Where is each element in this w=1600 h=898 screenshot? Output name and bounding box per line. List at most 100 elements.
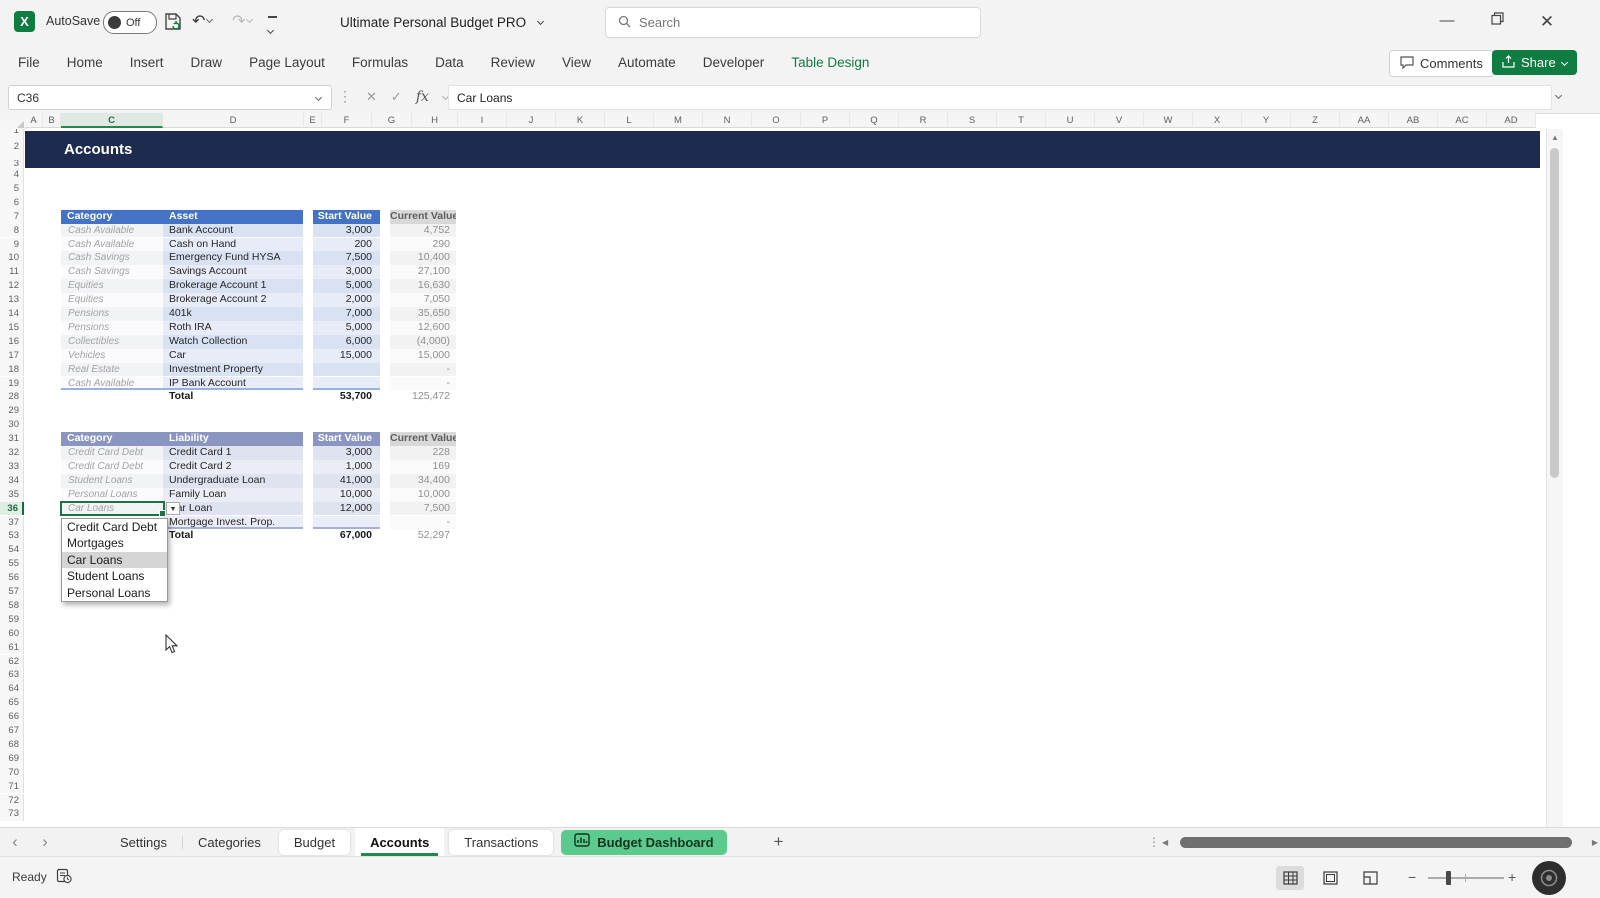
column-header-F[interactable]: F: [322, 113, 372, 128]
cell[interactable]: 401k: [163, 307, 303, 321]
workbook-title[interactable]: Ultimate Personal Budget PRO: [340, 14, 543, 32]
row-header-33[interactable]: 33: [0, 460, 24, 474]
column-header-O[interactable]: O: [752, 113, 801, 128]
column-header-H[interactable]: H: [412, 113, 458, 128]
restore-button[interactable]: [1477, 12, 1517, 29]
ribbon-tab-draw[interactable]: Draw: [191, 55, 223, 70]
zoom-slider-track[interactable]: [1428, 877, 1504, 879]
cell[interactable]: 6,000: [313, 335, 380, 349]
column-header-I[interactable]: I: [458, 113, 507, 128]
cancel-entry-button[interactable]: ✕: [366, 89, 377, 105]
cell[interactable]: 12,600: [390, 321, 456, 335]
cell[interactable]: [313, 516, 380, 530]
row-header-14[interactable]: 14: [0, 307, 24, 321]
row-header-7[interactable]: 7: [0, 210, 24, 224]
minimize-button[interactable]: —: [1427, 12, 1467, 29]
column-header-D[interactable]: D: [163, 113, 304, 128]
column-header-AD[interactable]: AD: [1487, 113, 1536, 128]
cell[interactable]: Equities: [61, 279, 163, 293]
cell[interactable]: Personal Loans: [61, 488, 163, 502]
comments-button[interactable]: Comments: [1389, 50, 1494, 77]
cell[interactable]: Undergraduate Loan: [163, 474, 303, 488]
column-header-M[interactable]: M: [654, 113, 703, 128]
row-header-66[interactable]: 66: [0, 710, 24, 724]
dropdown-item[interactable]: Personal Loans: [62, 585, 167, 602]
cell[interactable]: 10,000: [313, 488, 380, 502]
page-layout-view-button[interactable]: [1316, 866, 1344, 890]
cell[interactable]: 10,400: [390, 251, 456, 265]
ribbon-tab-data[interactable]: Data: [435, 55, 464, 70]
row-header-57[interactable]: 57: [0, 585, 24, 599]
row-header-30[interactable]: 30: [0, 418, 24, 432]
cell[interactable]: Savings Account: [163, 265, 303, 279]
cell[interactable]: 7,500: [313, 251, 380, 265]
row-header-68[interactable]: 68: [0, 738, 24, 752]
row-header-71[interactable]: 71: [0, 780, 24, 794]
cell[interactable]: Credit Card Debt: [61, 460, 163, 474]
column-header-J[interactable]: J: [507, 113, 556, 128]
cell[interactable]: Car: [163, 349, 303, 363]
row-header-10[interactable]: 10: [0, 251, 24, 265]
row-header-60[interactable]: 60: [0, 627, 24, 641]
column-header-G[interactable]: G: [372, 113, 412, 128]
tab-options-dots-icon[interactable]: ⋮: [1148, 828, 1160, 857]
worksheet-grid[interactable]: 1234567891011121314151617181928293031323…: [0, 129, 1546, 827]
row-header-54[interactable]: 54: [0, 543, 24, 557]
scroll-up-icon[interactable]: ▲: [1551, 133, 1559, 142]
column-header-V[interactable]: V: [1095, 113, 1144, 128]
dropdown-item[interactable]: Car Loans: [62, 552, 167, 569]
cell[interactable]: Cash Savings: [61, 251, 163, 265]
table-row[interactable]: Real EstateInvestment Property-: [61, 363, 456, 377]
cell[interactable]: 41,000: [313, 474, 380, 488]
sheet-tab-transactions[interactable]: Transactions: [449, 830, 553, 855]
quick-access-toolbar-button[interactable]: [268, 16, 277, 38]
cell[interactable]: 7,000: [313, 307, 380, 321]
row-header-11[interactable]: 11: [0, 265, 24, 279]
column-header-Z[interactable]: Z: [1291, 113, 1340, 128]
row-header-59[interactable]: 59: [0, 613, 24, 627]
row-header-13[interactable]: 13: [0, 293, 24, 307]
cell[interactable]: 2,000: [313, 293, 380, 307]
table-row[interactable]: Pensions401k7,00035,650: [61, 307, 456, 321]
row-header-36[interactable]: 36: [0, 502, 24, 516]
row-header-2[interactable]: 2: [0, 133, 24, 160]
row-header-6[interactable]: 6: [0, 196, 24, 210]
cell[interactable]: 16,630: [390, 279, 456, 293]
cell[interactable]: Bank Account: [163, 224, 303, 238]
cell[interactable]: Car Loan: [163, 502, 303, 516]
table-row[interactable]: Cash AvailableIP Bank Account-: [61, 377, 456, 391]
undo-button[interactable]: ↶: [192, 11, 212, 31]
row-header-72[interactable]: 72: [0, 794, 24, 808]
share-button[interactable]: Share: [1492, 50, 1577, 75]
row-header-28[interactable]: 28: [0, 390, 24, 404]
cell[interactable]: 4,752: [390, 224, 456, 238]
redo-button[interactable]: ↷: [232, 11, 252, 31]
fill-handle[interactable]: [159, 510, 166, 517]
row-header-55[interactable]: 55: [0, 557, 24, 571]
cell[interactable]: Brokerage Account 1: [163, 279, 303, 293]
row-header-53[interactable]: 53: [0, 529, 24, 543]
cell[interactable]: 7,050: [390, 293, 456, 307]
cell[interactable]: 5,000: [313, 321, 380, 335]
horizontal-scroll-thumb[interactable]: [1180, 837, 1572, 848]
ribbon-tab-page-layout[interactable]: Page Layout: [249, 55, 325, 70]
column-header-T[interactable]: T: [997, 113, 1046, 128]
ribbon-tab-insert[interactable]: Insert: [130, 55, 164, 70]
row-header-56[interactable]: 56: [0, 571, 24, 585]
ribbon-tab-table-design[interactable]: Table Design: [791, 55, 869, 70]
cell[interactable]: 290: [390, 238, 456, 252]
zoom-slider-thumb[interactable]: [1446, 871, 1451, 885]
ribbon-tab-view[interactable]: View: [562, 55, 591, 70]
cell[interactable]: Student Loans: [61, 474, 163, 488]
row-header-9[interactable]: 9: [0, 238, 24, 252]
ribbon-tab-automate[interactable]: Automate: [618, 55, 676, 70]
row-header-35[interactable]: 35: [0, 488, 24, 502]
ribbon-tab-file[interactable]: File: [18, 55, 40, 70]
row-header-8[interactable]: 8: [0, 224, 24, 238]
column-header-C[interactable]: C: [61, 113, 163, 128]
cell[interactable]: 7,500: [390, 502, 456, 516]
row-header-19[interactable]: 19: [0, 377, 24, 391]
cell[interactable]: Real Estate: [61, 363, 163, 377]
cell[interactable]: 3,000: [313, 446, 380, 460]
column-header-W[interactable]: W: [1144, 113, 1193, 128]
